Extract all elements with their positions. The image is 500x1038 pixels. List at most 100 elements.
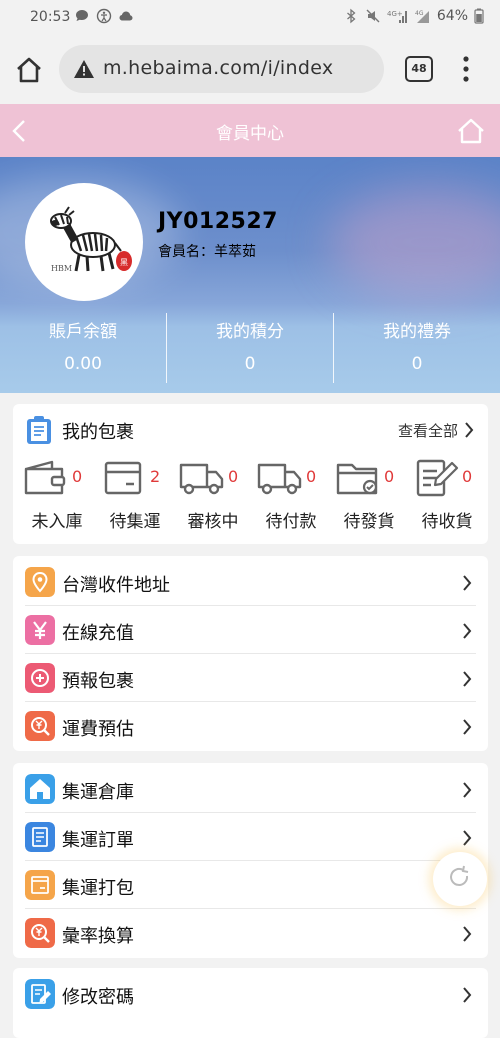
yen-icon (25, 615, 55, 645)
account-stats: 賬戶余額 0.00 我的積分 0 我的禮券 0 (0, 313, 500, 383)
stat-value: 0 (244, 354, 256, 374)
package-label: 待集運 (109, 512, 161, 532)
signal-icon: 4G (415, 10, 429, 23)
truck-icon (257, 463, 302, 495)
home-icon[interactable] (456, 117, 486, 145)
warehouse-icon (25, 774, 55, 804)
user-id: JY012527 (158, 209, 278, 234)
menu-item-label: 預報包裹 (62, 671, 134, 692)
stat-coupons[interactable]: 我的禮券 0 (333, 313, 500, 383)
status-bar: 20:53 4G+ 4G 64% (0, 0, 500, 34)
stat-label: 我的禮券 (383, 322, 451, 342)
menu-item-taiwan-address[interactable]: 台灣收件地址 (13, 558, 488, 606)
bluetooth-icon (346, 8, 356, 24)
package-count: 0 (228, 467, 239, 486)
menu-item-label: 集運倉庫 (62, 782, 134, 803)
signal-4g-icon: 4G+ (387, 10, 407, 23)
package-count: 0 (384, 467, 395, 486)
svg-text:4G: 4G (415, 10, 424, 17)
menu-card-shipping: 台灣收件地址 在線充值 預報包裹 運費預估 (13, 556, 488, 751)
address-bar[interactable]: m.hebaima.com/i/index (59, 45, 384, 93)
menu-item-warehouse[interactable]: 集運倉庫 (13, 765, 488, 813)
menu-item-exchange-rate[interactable]: 彙率換算 (13, 909, 488, 957)
edit-doc-icon (416, 459, 459, 497)
exchange-icon (25, 918, 55, 948)
package-status-item[interactable]: 0 待付款 (252, 455, 330, 535)
menu-item-online-topup[interactable]: 在線充值 (13, 606, 488, 654)
package-status-item[interactable]: 0 待收貨 (408, 455, 486, 535)
folder-check-icon (336, 463, 378, 495)
package-status-item[interactable]: 0 審核中 (174, 455, 252, 535)
wallet-icon (24, 460, 66, 495)
stat-balance[interactable]: 賬戶余額 0.00 (0, 313, 166, 383)
battery-icon (474, 8, 484, 24)
chevron-right-icon[interactable] (464, 421, 474, 439)
package-count: 0 (462, 467, 473, 486)
svg-text:4G+: 4G+ (387, 10, 403, 18)
browser-toolbar: m.hebaima.com/i/index 48 (0, 34, 500, 104)
package-label: 待付款 (265, 512, 317, 532)
package-label: 待收貨 (421, 512, 473, 532)
package-icon (25, 870, 55, 900)
menu-card-consolidation: 集運倉庫 集運訂單 集運打包 彙率換算 (13, 763, 488, 958)
browser-home-icon[interactable] (14, 56, 44, 84)
package-status-item[interactable]: 2 待集運 (96, 455, 174, 535)
banner-cloud (330, 187, 500, 297)
yen-search-icon (25, 711, 55, 741)
url-text[interactable]: m.hebaima.com/i/index (103, 57, 333, 79)
page-title: 會員中心 (216, 124, 284, 144)
my-packages-header[interactable]: 我的包裹 查看全部 (13, 404, 488, 452)
my-packages-title: 我的包裹 (62, 422, 134, 443)
chevron-right-icon (463, 782, 472, 798)
package-label: 未入庫 (31, 512, 83, 532)
chevron-right-icon (463, 830, 472, 846)
chevron-right-icon (463, 575, 472, 591)
location-icon (25, 567, 55, 597)
menu-item-label: 集運打包 (62, 878, 134, 899)
menu-item-label: 修改密碼 (62, 987, 134, 1008)
menu-item-label: 台灣收件地址 (62, 575, 170, 596)
avatar[interactable]: 黑 HBM (25, 183, 143, 301)
stat-label: 我的積分 (216, 322, 284, 342)
menu-item-packing[interactable]: 集運打包 (13, 861, 488, 909)
menu-item-shipping-estimate[interactable]: 運費預估 (13, 702, 488, 750)
chevron-right-icon (463, 719, 472, 735)
my-packages-card: 我的包裹 查看全部 0 未入庫 2 待集運 0 審核中 0 待付款 0 待發貨 (13, 404, 488, 544)
chevron-right-icon (463, 671, 472, 687)
mute-icon (366, 9, 380, 23)
svg-text:黑: 黑 (120, 258, 128, 267)
package-status-item[interactable]: 0 待發貨 (330, 455, 408, 535)
more-vert-icon[interactable] (462, 56, 470, 82)
menu-item-forecast-package[interactable]: 預報包裹 (13, 654, 488, 702)
stat-value: 0.00 (64, 354, 102, 374)
tab-switcher-button[interactable]: 48 (405, 56, 433, 82)
warning-icon[interactable] (73, 58, 95, 80)
package-count: 0 (72, 467, 83, 486)
package-label: 審核中 (187, 512, 239, 532)
clipboard-icon (27, 416, 51, 444)
stat-points[interactable]: 我的積分 0 (166, 313, 333, 383)
battery-percent: 64% (436, 8, 468, 24)
package-count: 2 (150, 467, 161, 486)
menu-card-account: 修改密碼 (13, 968, 488, 1038)
svg-text:HBM: HBM (51, 264, 72, 273)
status-time: 20:53 (30, 9, 71, 25)
refresh-floating-button[interactable] (433, 852, 487, 906)
chevron-right-icon (463, 987, 472, 1003)
menu-item-change-password[interactable]: 修改密碼 (13, 970, 488, 1018)
chevron-right-icon (463, 926, 472, 942)
chat-icon (76, 10, 88, 21)
edit-password-icon (25, 979, 55, 1009)
menu-item-label: 彙率換算 (62, 926, 134, 947)
member-name: 會員名：羊萃茹 (158, 244, 256, 260)
box-icon (104, 461, 142, 495)
chevron-right-icon (463, 623, 472, 639)
plus-icon (25, 663, 55, 693)
package-status-item[interactable]: 0 未入庫 (18, 455, 96, 535)
menu-item-orders[interactable]: 集運訂單 (13, 813, 488, 861)
menu-item-label: 集運訂單 (62, 830, 134, 851)
view-all-link[interactable]: 查看全部 (398, 420, 458, 441)
truck-icon (179, 463, 224, 495)
menu-item-label: 在線充值 (62, 623, 134, 644)
page-header: 會員中心 (0, 104, 500, 157)
